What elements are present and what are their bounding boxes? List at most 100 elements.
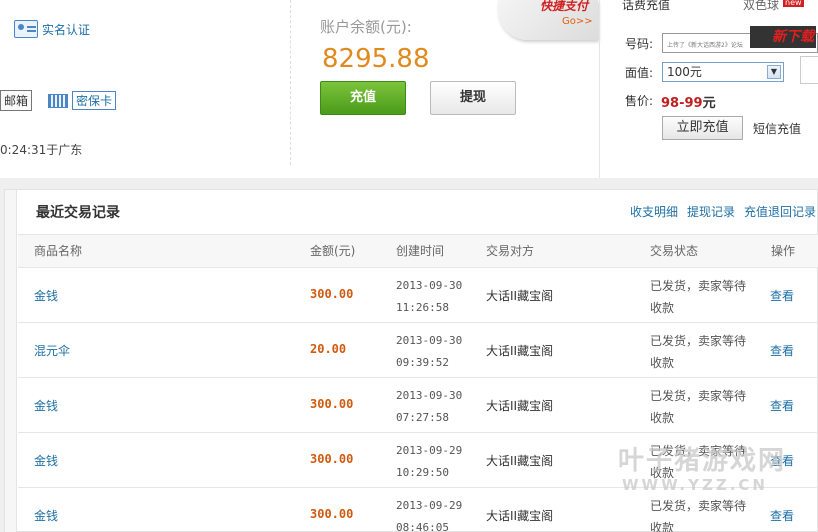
ad-text: 新下载 [772, 29, 814, 45]
face-value-selected: 100元 [667, 65, 702, 79]
last-login-info: 0:24:31于广东 [0, 143, 83, 157]
link-withdraw-records[interactable]: 提现记录 [687, 203, 735, 220]
trade-status: 已发货，卖家等待 收款 [650, 330, 760, 374]
header-created: 创建时间 [396, 244, 445, 258]
created-clock: 07:27:58 [396, 411, 449, 424]
header-status: 交易状态 [650, 244, 699, 258]
status-line1: 已发货，卖家等待 [650, 389, 747, 403]
status-line2: 收款 [650, 466, 675, 480]
account-summary: 实名认证 邮箱 密保卡 0:24:31于广东 账户余额(元): 8295.88 … [0, 0, 818, 178]
item-name-link[interactable]: 金钱 [34, 452, 58, 469]
view-link[interactable]: 查看 [770, 452, 794, 469]
view-link[interactable]: 查看 [770, 507, 794, 524]
status-line2: 收款 [650, 301, 675, 315]
created-date: 2013-09-30 [396, 279, 463, 292]
quickpay-banner[interactable]: 快捷支付 Go>> [498, 0, 598, 40]
email-link[interactable]: 邮箱 [0, 90, 33, 111]
withdraw-button[interactable]: 提现 [430, 81, 516, 115]
sms-recharge-link[interactable]: 短信充值 [753, 120, 801, 137]
status-line2: 收款 [650, 521, 675, 532]
table-row: 金钱 300.00 2013-09-29 10:29:50 大话II藏宝阁 已发货… [18, 433, 818, 488]
table-row: 金钱 300.00 2013-09-29 08:46:05 大话II藏宝阁 已发货… [18, 488, 818, 532]
transactions-title: 最近交易记录 [36, 205, 120, 221]
price-unit: 元 [702, 96, 716, 111]
link-recharge-refund-records[interactable]: 充值退回记录 [744, 203, 816, 220]
status-line1: 已发货，卖家等待 [650, 444, 747, 458]
counterparty: 大话II藏宝阁 [486, 454, 554, 468]
trade-status: 已发货，卖家等待 收款 [650, 495, 760, 532]
created-date: 2013-09-30 [396, 389, 463, 402]
table-body: 金钱 300.00 2013-09-30 11:26:58 大话II藏宝阁 已发货… [18, 268, 818, 532]
face-value-label: 面值: [625, 66, 654, 80]
charge-button[interactable]: 充值 [320, 81, 406, 115]
header-party: 交易对方 [486, 244, 535, 258]
item-name-link[interactable]: 金钱 [34, 287, 58, 304]
item-name-link[interactable]: 金钱 [34, 397, 58, 414]
table-row: 混元伞 20.00 2013-09-30 09:39:52 大话II藏宝阁 已发货… [18, 323, 818, 378]
created-clock: 11:26:58 [396, 301, 449, 314]
quickpay-title: 快捷支付 [540, 0, 589, 13]
face-value-select[interactable]: 100元 ▼ [662, 62, 784, 82]
table-header: 商品名称 金额(元) 创建时间 交易对方 交易状态 操作 [18, 234, 818, 268]
divider [290, 0, 291, 165]
created-time: 2013-09-30 11:26:58 [396, 275, 462, 319]
amount: 300.00 [310, 397, 354, 411]
status-line2: 收款 [650, 356, 675, 370]
header-name: 商品名称 [34, 244, 83, 258]
amount: 300.00 [310, 287, 354, 301]
realname-link[interactable]: 实名认证 [14, 20, 90, 38]
account-info: 实名认证 邮箱 密保卡 0:24:31于广东 [0, 0, 290, 178]
page: 实名认证 邮箱 密保卡 0:24:31于广东 账户余额(元): 8295.88 … [0, 0, 818, 532]
created-clock: 10:29:50 [396, 466, 449, 479]
tab-lottery[interactable]: 双色球 [743, 0, 779, 13]
instant-recharge-button[interactable]: 立即充值 [662, 116, 743, 140]
balance-label: 账户余额(元): [320, 18, 412, 36]
item-name-link[interactable]: 金钱 [34, 507, 58, 524]
view-link[interactable]: 查看 [770, 342, 794, 359]
realname-label: 实名认证 [42, 22, 91, 37]
transactions-links: 收支明细 提现记录 充值退回记录 [630, 203, 816, 220]
panel-left-bar [5, 190, 17, 532]
item-name-link[interactable]: 混元伞 [34, 342, 70, 359]
tab-phone-recharge[interactable]: 话费充值 [622, 0, 670, 13]
header-op: 操作 [771, 244, 796, 258]
chevron-down-icon: ▼ [767, 65, 781, 79]
created-date: 2013-09-30 [396, 334, 463, 347]
price-value: 98-99 [661, 96, 703, 111]
price-value-wrap: 98-99元 [661, 92, 716, 111]
amount: 300.00 [310, 507, 354, 521]
new-badge: new [783, 0, 804, 7]
status-line1: 已发货，卖家等待 [650, 334, 747, 348]
trade-status: 已发货，卖家等待 收款 [650, 440, 760, 484]
trade-status: 已发货，卖家等待 收款 [650, 385, 760, 429]
counterparty: 大话II藏宝阁 [486, 344, 554, 358]
amount: 300.00 [310, 452, 354, 466]
ad-strip[interactable]: 新下载 [750, 26, 816, 48]
balance-value: 8295.88 [322, 44, 430, 74]
counterparty: 大话II藏宝阁 [486, 399, 554, 413]
security-row: 邮箱 密保卡 [0, 90, 117, 111]
created-date: 2013-09-29 [396, 499, 463, 512]
table-row: 金钱 300.00 2013-09-30 07:27:58 大话II藏宝阁 已发货… [18, 378, 818, 433]
created-date: 2013-09-29 [396, 444, 463, 457]
side-panel-edge [800, 56, 818, 84]
link-income-details[interactable]: 收支明细 [630, 203, 678, 220]
status-line1: 已发货，卖家等待 [650, 279, 747, 293]
created-clock: 09:39:52 [396, 356, 449, 369]
transactions-panel: 最近交易记录 收支明细 提现记录 充值退回记录 商品名称 金额(元) 创建时间 … [4, 189, 818, 532]
status-line2: 收款 [650, 411, 675, 425]
mibao-link[interactable]: 密保卡 [48, 91, 117, 110]
counterparty: 大话II藏宝阁 [486, 509, 554, 523]
number-label: 号码: [625, 37, 654, 51]
view-link[interactable]: 查看 [770, 397, 794, 414]
trade-status: 已发货，卖家等待 收款 [650, 275, 760, 319]
amount: 20.00 [310, 342, 347, 356]
price-label: 售价: [625, 94, 654, 108]
counterparty: 大话II藏宝阁 [486, 289, 554, 303]
phone-recharge-panel: 话费充值 双色球 new 号码: 上传了《新大话西游2》论坛 新下载 面值: 1… [600, 0, 818, 178]
created-clock: 08:46:05 [396, 521, 449, 532]
created-time: 2013-09-30 09:39:52 [396, 330, 462, 374]
mibao-label: 密保卡 [72, 91, 117, 110]
table-row: 金钱 300.00 2013-09-30 11:26:58 大话II藏宝阁 已发货… [18, 268, 818, 323]
view-link[interactable]: 查看 [770, 287, 794, 304]
